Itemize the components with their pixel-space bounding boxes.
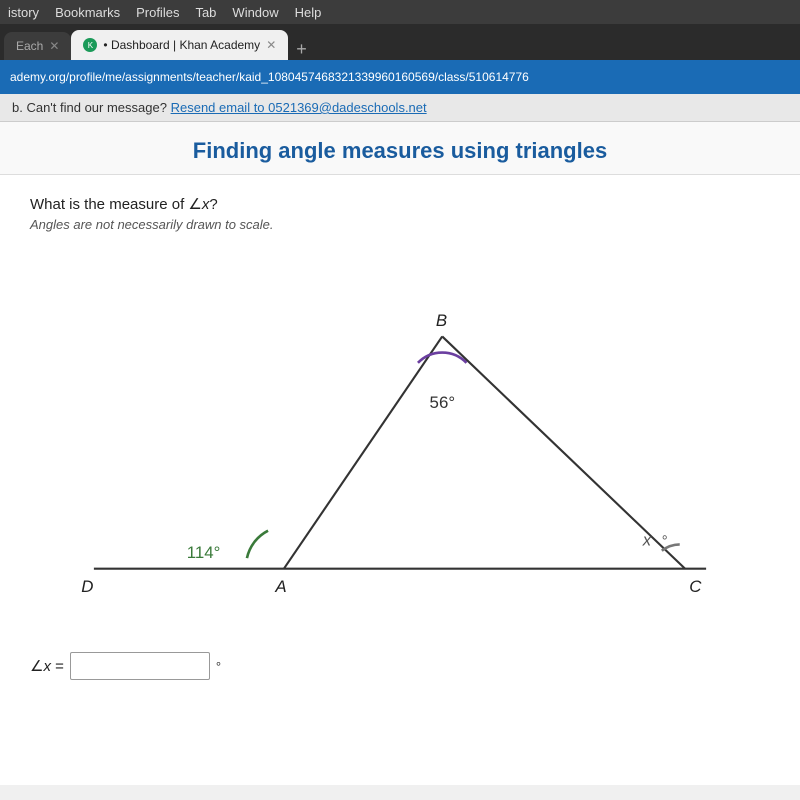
svg-text:D: D [81, 577, 93, 596]
notification-bar: b. Can't find our message? Resend email … [0, 94, 800, 122]
url-text: ademy.org/profile/me/assignments/teacher… [10, 70, 529, 84]
tab-close-khan[interactable]: ✕ [266, 38, 276, 52]
question-text: What is the measure of ∠x? [30, 195, 770, 213]
tab-close-each[interactable]: ✕ [49, 39, 59, 53]
menu-item-window[interactable]: Window [232, 5, 278, 20]
diagram-container: 56° 114° x ° B D A C [30, 252, 770, 632]
tab-khan-academy[interactable]: K • Dashboard | Khan Academy ✕ [71, 30, 288, 60]
tab-label: Each [16, 39, 43, 53]
tab-label-khan: • Dashboard | Khan Academy [103, 38, 260, 52]
khan-favicon: K [83, 38, 97, 52]
menu-item-profiles[interactable]: Profiles [136, 5, 179, 20]
svg-text:C: C [689, 577, 702, 596]
answer-area: ∠x = ° [30, 652, 770, 680]
answer-input[interactable] [70, 652, 210, 680]
new-tab-button[interactable]: + [288, 39, 315, 60]
page-title: Finding angle measures using triangles [0, 122, 800, 175]
content-area: What is the measure of ∠x? Angles are no… [0, 175, 800, 785]
menu-bar: istory Bookmarks Profiles Tab Window Hel… [0, 0, 800, 24]
svg-text:A: A [274, 577, 286, 596]
svg-text:114°: 114° [187, 543, 221, 562]
notification-prefix: b. Can't find our message? [12, 100, 167, 115]
svg-text:B: B [436, 311, 447, 330]
svg-text:x: x [642, 530, 652, 549]
resend-email-link[interactable]: Resend email to 0521369@dadeschools.net [171, 100, 427, 115]
menu-item-tab[interactable]: Tab [195, 5, 216, 20]
svg-text:56°: 56° [430, 393, 456, 412]
note-text: Angles are not necessarily drawn to scal… [30, 217, 770, 232]
degree-symbol: ° [216, 659, 221, 674]
tab-each[interactable]: Each ✕ [4, 32, 71, 60]
triangle-diagram: 56° 114° x ° B D A C [30, 252, 770, 632]
svg-text:°: ° [662, 533, 668, 549]
menu-item-help[interactable]: Help [295, 5, 322, 20]
url-bar[interactable]: ademy.org/profile/me/assignments/teacher… [0, 60, 800, 94]
tab-bar: Each ✕ K • Dashboard | Khan Academy ✕ + [0, 24, 800, 60]
menu-item-bookmarks[interactable]: Bookmarks [55, 5, 120, 20]
answer-label: ∠x = [30, 657, 64, 675]
menu-item-history[interactable]: istory [8, 5, 39, 20]
